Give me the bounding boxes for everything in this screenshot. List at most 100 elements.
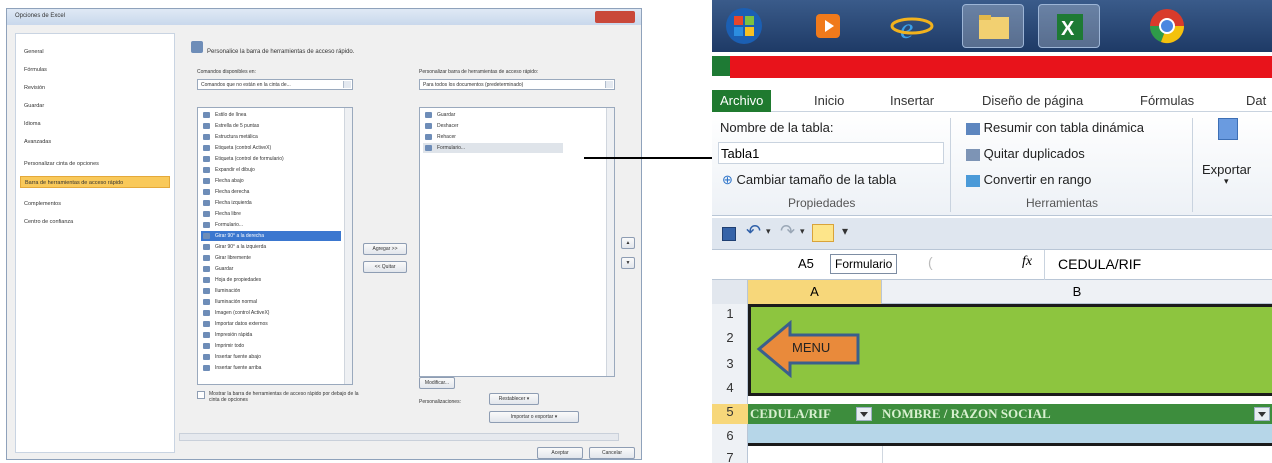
excel-app-icon[interactable] [712, 56, 730, 76]
move-down-button[interactable]: ▼ [621, 257, 635, 269]
column-header-a[interactable]: A [748, 280, 882, 304]
below-ribbon-checkbox[interactable] [197, 391, 205, 399]
list-item[interactable]: Insertar fuente abajo [201, 352, 341, 362]
qat-scrollbar[interactable] [606, 108, 614, 376]
list-item[interactable]: Estilo de línea [201, 110, 341, 120]
list-item[interactable]: Flecha derecha [201, 187, 341, 197]
tab-page-layout[interactable]: Diseño de página [982, 90, 1083, 112]
file-explorer-icon[interactable] [962, 4, 1024, 48]
row-header-6[interactable]: 6 [712, 428, 748, 443]
menu-arrow-button[interactable]: MENU [756, 319, 862, 379]
list-item[interactable]: Imprimir todo [201, 341, 341, 351]
qat-list[interactable]: Guardar Deshacer Rehacer Formulario... [419, 107, 615, 377]
windows-start-icon[interactable] [718, 4, 770, 48]
add-button[interactable]: Agregar >> [363, 243, 407, 255]
import-export-button[interactable]: Importar o exportar ▾ [489, 411, 579, 423]
list-item[interactable]: Estrella de 5 puntas [201, 121, 341, 131]
row-header-2[interactable]: 2 [712, 330, 748, 345]
list-item[interactable]: Etiqueta (control ActiveX) [201, 143, 341, 153]
row-header-4[interactable]: 4 [712, 380, 748, 395]
list-item[interactable]: Importar datos externos [201, 319, 341, 329]
pivot-summary-button[interactable]: Resumir con tabla dinámica [966, 120, 1144, 135]
list-item[interactable]: Insertar fuente arriba [201, 363, 341, 373]
list-item[interactable]: Formulario... [423, 143, 563, 153]
row-header-7[interactable]: 7 [712, 450, 748, 463]
list-item[interactable]: Formulario... [201, 220, 341, 230]
commands-list[interactable]: Estilo de línea Estrella de 5 puntas Est… [197, 107, 353, 385]
media-player-icon[interactable] [804, 4, 852, 48]
redo-icon[interactable]: ↷ [780, 221, 795, 242]
list-item[interactable]: Imagen (control ActiveX) [201, 308, 341, 318]
list-item[interactable]: Flecha libre [201, 209, 341, 219]
convert-to-range-button[interactable]: Convertir en rango [966, 172, 1091, 187]
filter-dropdown-icon[interactable] [856, 407, 872, 421]
remove-duplicates-button[interactable]: Quitar duplicados [966, 146, 1085, 161]
list-item[interactable]: Estructura metálica [201, 132, 341, 142]
nav-item-qat[interactable]: Barra de herramientas de acceso rápido [20, 176, 170, 188]
move-up-button[interactable]: ▲ [621, 237, 635, 249]
header-cedula-rif[interactable]: CEDULA/RIF [750, 406, 831, 422]
column-header-b[interactable]: B [882, 280, 1272, 304]
chevron-down-icon[interactable]: ▾ [766, 226, 771, 237]
remove-button[interactable]: << Quitar [363, 261, 407, 273]
list-item[interactable]: Flecha izquierda [201, 198, 341, 208]
nav-item-customize-ribbon[interactable]: Personalizar cinta de opciones [20, 158, 170, 170]
nav-item-save[interactable]: Guardar [20, 100, 170, 112]
row-header-3[interactable]: 3 [712, 356, 748, 371]
list-item-selected[interactable]: Girar 90° a la derecha [201, 231, 341, 241]
table-data-row[interactable] [748, 424, 1272, 446]
excel-taskbar-icon[interactable]: X [1038, 4, 1100, 48]
chevron-down-icon[interactable]: ▾ [800, 226, 805, 237]
horizontal-scrollbar[interactable] [179, 433, 619, 441]
list-item[interactable]: Expandir el dibujo [201, 165, 341, 175]
ok-button[interactable]: Aceptar [537, 447, 583, 459]
list-item[interactable]: Guardar [201, 264, 341, 274]
cancel-button[interactable]: Cancelar [589, 447, 635, 459]
save-icon[interactable] [722, 227, 736, 241]
undo-icon[interactable]: ↶ [746, 221, 761, 242]
resize-table-button[interactable]: ⊕ Cambiar tamaño de la tabla [722, 172, 896, 188]
name-box[interactable]: A5 [798, 256, 814, 271]
list-item[interactable]: Etiqueta (control de formulario) [201, 154, 341, 164]
export-button[interactable]: Exportar [1202, 162, 1251, 177]
customize-qat-icon[interactable]: ▾ [842, 224, 848, 238]
filter-dropdown-icon[interactable] [1254, 407, 1270, 421]
nav-item-formulas[interactable]: Fórmulas [20, 64, 170, 76]
modify-button[interactable]: Modificar... [419, 377, 455, 389]
commands-scrollbar[interactable] [344, 108, 352, 384]
row-header-5[interactable]: 5 [712, 404, 748, 424]
header-nombre-razon-social[interactable]: NOMBRE / RAZON SOCIAL [882, 406, 1051, 422]
list-item[interactable]: Flecha abajo [201, 176, 341, 186]
list-item[interactable]: Iluminación [201, 286, 341, 296]
tab-insert[interactable]: Insertar [890, 90, 934, 112]
tab-home[interactable]: Inicio [814, 90, 844, 112]
select-all-corner[interactable] [712, 280, 748, 304]
list-item[interactable]: Deshacer [423, 121, 563, 131]
list-item[interactable]: Girar libremente [201, 253, 341, 263]
nav-item-review[interactable]: Revisión [20, 82, 170, 94]
nav-item-general[interactable]: General [20, 46, 170, 58]
list-item[interactable]: Guardar [423, 110, 563, 120]
chrome-icon[interactable] [1142, 4, 1192, 48]
form-icon[interactable] [812, 224, 834, 242]
list-item[interactable]: Rehacer [423, 132, 563, 142]
customize-qat-select[interactable]: Para todos los documentos (predeterminad… [419, 79, 615, 90]
restore-button[interactable]: Restablecer ▾ [489, 393, 539, 405]
choose-commands-select[interactable]: Comandos que no están en la cinta de... [197, 79, 353, 90]
formula-input[interactable]: CEDULA/RIF [1058, 256, 1141, 272]
function-icon[interactable]: fx [1022, 254, 1032, 270]
nav-item-advanced[interactable]: Avanzadas [20, 136, 170, 148]
tab-formulas[interactable]: Fórmulas [1140, 90, 1194, 112]
internet-explorer-icon[interactable]: e [888, 4, 936, 48]
table-name-input[interactable]: Tabla1 [718, 142, 944, 164]
list-item[interactable]: Iluminación normal [201, 297, 341, 307]
tab-data[interactable]: Dat [1246, 90, 1266, 112]
nav-item-language[interactable]: Idioma [20, 118, 170, 130]
nav-item-trust-center[interactable]: Centro de confianza [20, 216, 170, 228]
tab-file[interactable]: Archivo [712, 90, 772, 112]
list-item[interactable]: Girar 90° a la izquierda [201, 242, 341, 252]
list-item[interactable]: Impresión rápida [201, 330, 341, 340]
list-item[interactable]: Hoja de propiedades [201, 275, 341, 285]
close-button[interactable] [595, 11, 635, 23]
nav-item-addins[interactable]: Complementos [20, 198, 170, 210]
